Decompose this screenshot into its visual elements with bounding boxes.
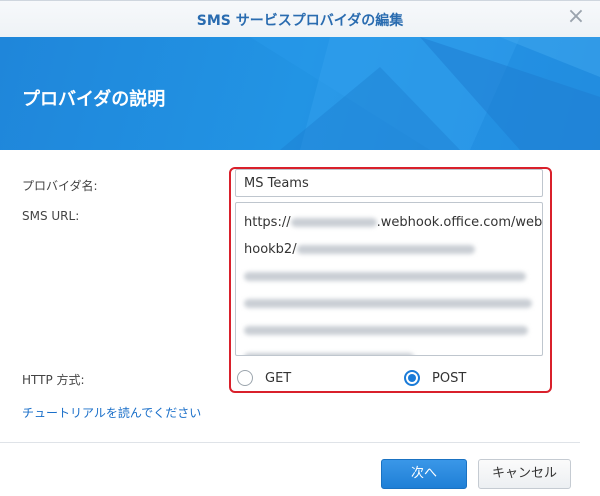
url-line-3 [244, 263, 534, 290]
dialog-title: SMS サービスプロバイダの編集 [196, 13, 404, 29]
sms-url-label: SMS URL: [22, 209, 80, 223]
redacted-text [296, 245, 475, 254]
radio-get-circle[interactable] [237, 370, 253, 386]
banner-heading: プロバイダの説明 [22, 89, 166, 110]
redacted-text [244, 272, 526, 281]
radio-post-label: POST [432, 370, 467, 386]
url-line-5 [244, 317, 534, 344]
url-line-2-prefix: hookb2/ [244, 242, 297, 257]
http-method-label: HTTP 方式: [22, 373, 85, 387]
redacted-text [244, 299, 532, 308]
sms-url-textarea[interactable]: https:// .webhook.office.com/web hookb2/ [235, 202, 543, 356]
url-line-1: https:// .webhook.office.com/web [244, 209, 542, 236]
radio-post-circle[interactable] [404, 370, 420, 386]
cancel-button[interactable]: キャンセル [478, 459, 571, 489]
radio-get-label: GET [265, 370, 292, 386]
provider-name-input[interactable]: MS Teams [235, 169, 543, 197]
redacted-text [244, 326, 528, 335]
url-line-1-prefix: https:// [244, 215, 291, 230]
tutorial-link[interactable]: チュートリアルを読んでください [22, 404, 201, 421]
radio-post[interactable]: POST [404, 369, 466, 387]
url-line-2: hookb2/ [244, 236, 534, 263]
header-banner: プロバイダの説明 [0, 37, 600, 150]
close-icon[interactable]: × [564, 5, 588, 29]
url-line-4 [244, 290, 534, 317]
edit-sms-provider-dialog: SMS サービスプロバイダの編集 × プロバイダの説明 プロバイダ名: SMS … [0, 0, 600, 496]
radio-get[interactable]: GET [237, 369, 291, 387]
redacted-text [290, 218, 377, 227]
redacted-text [244, 353, 414, 355]
url-line-6 [244, 344, 534, 355]
dialog-titlebar: SMS サービスプロバイダの編集 × [0, 1, 600, 38]
url-line-1-suffix: .webhook.office.com/web [376, 215, 543, 230]
next-button[interactable]: 次へ [381, 459, 467, 489]
footer-divider [0, 442, 580, 443]
provider-name-label: プロバイダ名: [22, 179, 98, 193]
